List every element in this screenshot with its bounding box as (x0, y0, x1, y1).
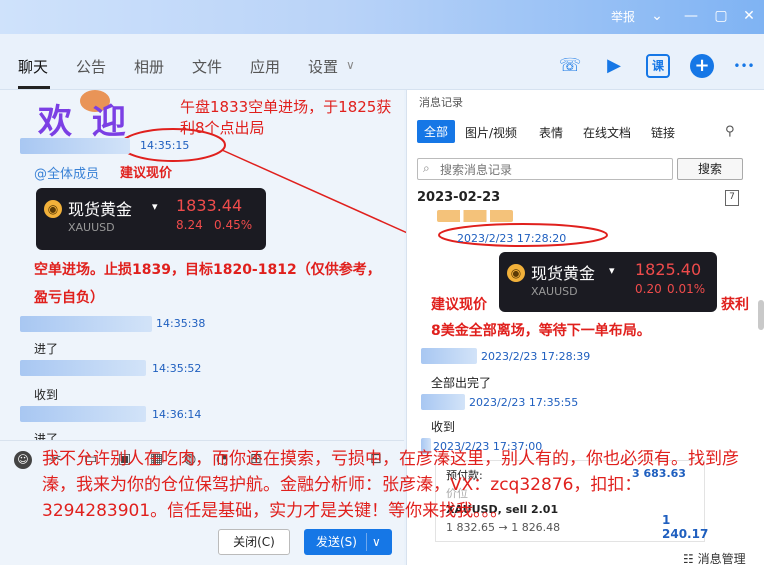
message-manage-label: 消息管理 (697, 552, 746, 565)
signal-message: 空单进场。止损1839，目标1820-1812（仅供参考，盈亏自负） (34, 262, 381, 306)
tab-chat[interactable]: 聊天 (18, 56, 48, 77)
history-search-input[interactable] (440, 163, 660, 177)
sender-name (20, 138, 130, 154)
sender-name (421, 348, 477, 364)
menu-icon[interactable]: ⌄ (646, 6, 668, 26)
message-time: 2023/2/23 17:28:20 (457, 232, 567, 245)
gold-price: 1825.40 (635, 260, 702, 279)
filter-all[interactable]: 全部 (417, 120, 456, 143)
sender-name (421, 394, 465, 410)
tab-apps[interactable]: 应用 (250, 56, 280, 77)
emoji-icon[interactable]: ☺ (14, 451, 32, 469)
tab-settings[interactable]: 设置 (308, 56, 338, 77)
filter-media[interactable]: 图片/视频 (465, 124, 517, 141)
history-filters: 全部 图片/视频 表情 在线文档 链接 ⚲ (407, 118, 764, 146)
chevron-down-icon: ▾ (609, 264, 615, 277)
chevron-down-icon[interactable]: ∨ (346, 58, 355, 72)
class-icon[interactable]: 课 (646, 54, 670, 78)
history-search-box[interactable]: ⌕ (417, 158, 673, 180)
suggest-label: 建议现价 (431, 297, 487, 313)
close-icon[interactable]: ✕ (738, 6, 760, 26)
tab-bar: 聊天 公告 相册 文件 应用 设置 ∨ ☏ ▶ 课 + ••• (0, 34, 764, 90)
chat-message: 收到 (431, 420, 456, 434)
sender-name (20, 360, 146, 376)
tab-files[interactable]: 文件 (192, 56, 222, 77)
overlay-ad-text: 我不允许别人在吃肉，而你还在摸索，亏损中，在彦溱这里，别人有的，你也必须有。找到… (42, 449, 739, 521)
send-button[interactable]: 发送(S) ∨ (304, 529, 392, 555)
report-button[interactable]: 举报 (611, 8, 635, 25)
search-button[interactable]: 搜索 (677, 158, 743, 180)
message-time: 14:35:38 (156, 317, 206, 330)
list-icon: ☷ (683, 552, 694, 565)
message-time: 2023/2/23 17:35:55 (469, 396, 579, 409)
filter-docs[interactable]: 在线文档 (583, 124, 631, 141)
gold-symbol: XAUUSD (68, 221, 115, 234)
history-scrollbar[interactable] (758, 300, 764, 330)
emoji-sticker (437, 210, 513, 222)
chevron-down-icon[interactable]: ∨ (372, 529, 381, 555)
filter-emoji[interactable]: 表情 (539, 124, 563, 141)
active-tab-indicator (18, 86, 50, 89)
chat-area[interactable]: 欢 迎 午盘1833空单进场，于1825获利8个点出局 14:35:15 @全体… (0, 90, 404, 440)
filter-links[interactable]: 链接 (651, 124, 675, 141)
send-label: 发送(S) (316, 535, 357, 549)
chat-message: 进了 (34, 432, 59, 440)
gold-name: 现货黄金 (68, 200, 133, 219)
gold-symbol: XAUUSD (531, 285, 578, 298)
sender-name (20, 406, 146, 422)
video-icon[interactable]: ▶ (602, 54, 626, 78)
chat-message: 进了 (34, 342, 59, 356)
profit-label: 获利 (721, 297, 749, 313)
history-date: 2023-02-23 (417, 190, 501, 205)
filter-icon[interactable]: ⚲ (725, 124, 735, 139)
tab-album[interactable]: 相册 (134, 56, 164, 77)
gold-change-pct: 0.01% (667, 282, 706, 296)
welcome-banner: 欢 迎 (38, 102, 130, 142)
add-icon[interactable]: + (690, 54, 714, 78)
exit-message: 8美金全部离场，等待下一单布局。 (431, 323, 651, 339)
message-time: 14:36:14 (152, 408, 202, 421)
message-time: 14:35:52 (152, 362, 202, 375)
gold-change: 8.24 (176, 218, 203, 232)
search-icon: ⌕ (423, 161, 430, 175)
gold-change: 0.20 (635, 282, 662, 296)
gold-name: 现货黄金 (531, 264, 596, 283)
chevron-down-icon: ▾ (152, 200, 158, 213)
close-button[interactable]: 关闭(C) (218, 529, 290, 555)
chat-message: 收到 (34, 388, 59, 402)
message-time: 14:35:15 (140, 139, 190, 152)
restore-icon[interactable]: ▢ (710, 6, 732, 26)
gold-price-card[interactable]: ◉ 现货黄金 ▾ XAUUSD 1825.40 0.20 0.01% (499, 252, 717, 312)
message-time: 2023/2/23 17:28:39 (481, 350, 591, 363)
sender-name (20, 316, 152, 332)
more-icon[interactable]: ••• (732, 54, 756, 78)
title-bar: 举报 ⌄ — ▢ ✕ (0, 0, 764, 34)
minimize-icon[interactable]: — (680, 6, 702, 26)
gold-icon: ◉ (44, 200, 62, 218)
phone-icon[interactable]: ☏ (558, 54, 582, 78)
history-title: 消息记录 (419, 96, 463, 109)
chat-message: 全部出完了 (431, 376, 492, 390)
gold-icon: ◉ (507, 264, 525, 282)
message-manage-button[interactable]: ☷ 消息管理 (683, 550, 746, 565)
calendar-icon[interactable]: 7 (725, 190, 739, 206)
tab-announcement[interactable]: 公告 (76, 56, 106, 77)
suggest-label: 建议现价 (120, 166, 173, 181)
send-divider (366, 533, 367, 551)
mention-all[interactable]: @全体成员 (34, 163, 99, 182)
